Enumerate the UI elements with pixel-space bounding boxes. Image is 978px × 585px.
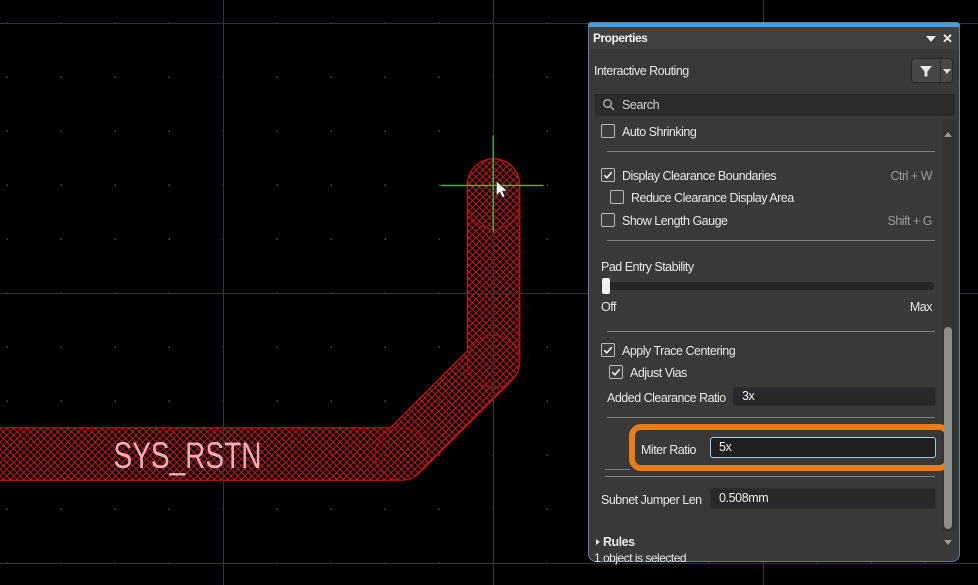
svg-text:SYS_RSTN: SYS_RSTN xyxy=(114,435,262,476)
